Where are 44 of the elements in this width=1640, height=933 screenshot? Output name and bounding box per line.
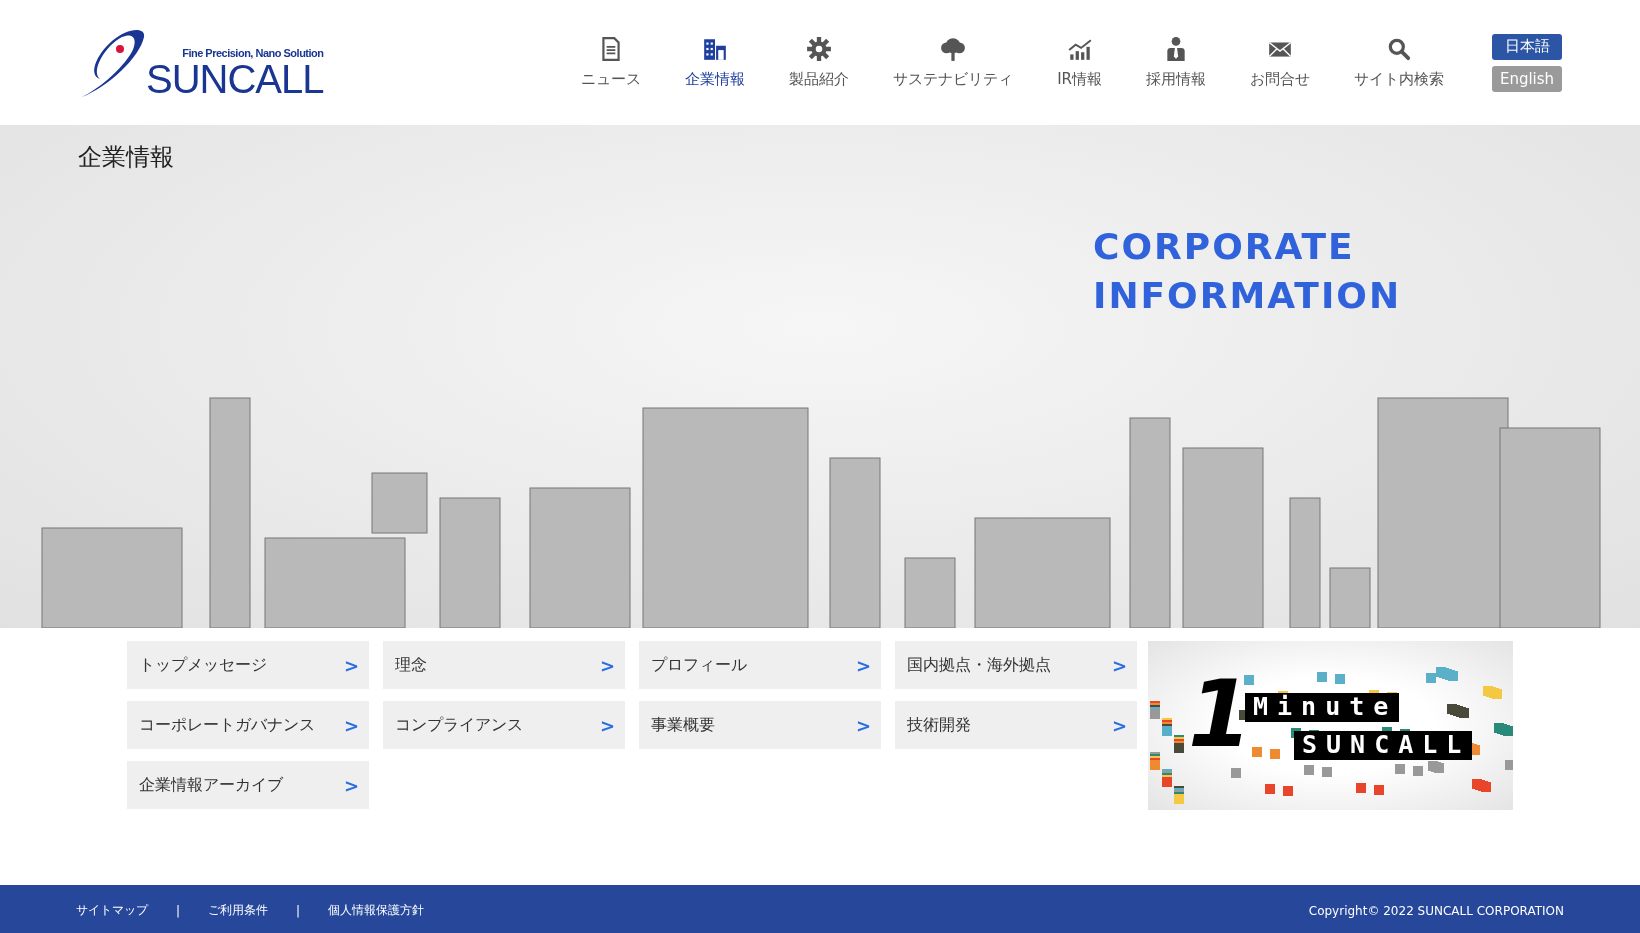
nav-item[interactable]: 採用情報 (1124, 36, 1228, 89)
copyright: Copyright© 2022 SUNCALL CORPORATION (1308, 903, 1564, 918)
arrow-glyph: > (855, 714, 871, 736)
arrow-glyph: > (1111, 714, 1127, 736)
separator: | (296, 903, 301, 918)
menu-link[interactable]: コンプライアンス > (383, 701, 625, 749)
arrow-glyph: > (343, 714, 359, 736)
nav-item[interactable]: お問合せ (1228, 36, 1332, 89)
menu-link[interactable]: 技術開発 > (895, 701, 1137, 749)
menu-link[interactable]: 国内拠点・海外拠点 > (895, 641, 1137, 689)
menu-link[interactable]: 理念 > (383, 641, 625, 689)
arrow-glyph: > (855, 654, 871, 676)
arrow-glyph: > (343, 774, 359, 796)
arrow-glyph: > (1111, 654, 1127, 676)
banner-text: SUNCALL (1294, 731, 1473, 760)
footer-link[interactable]: 個人情報保護方針 (328, 902, 425, 919)
banner-text: Minute (1245, 693, 1400, 722)
separator: | (176, 903, 181, 918)
arrow-glyph: > (343, 654, 359, 676)
arrow-glyph: > (599, 714, 615, 736)
nav-icon (806, 36, 833, 62)
nav-icon (1386, 36, 1412, 62)
nav-item[interactable]: サイト内検索 (1332, 36, 1466, 89)
hero-heading: INFORMATION (1093, 274, 1401, 318)
nav-item[interactable]: サステナビリティ (871, 36, 1036, 89)
logo-tagline: Fine Precision, Nano Solution (182, 46, 324, 59)
footer-link[interactable]: ご利用条件 (208, 902, 269, 919)
nav-item[interactable]: ニュース (559, 36, 664, 89)
nav-icon (702, 36, 729, 62)
menu-link[interactable]: トップメッセージ > (127, 641, 369, 689)
nav-item[interactable]: IR情報 (1035, 36, 1124, 89)
menu-link[interactable]: プロフィール > (639, 641, 881, 689)
menu-link[interactable]: 事業概要 > (639, 701, 881, 749)
hero-heading: CORPORATE (1093, 225, 1356, 269)
language-button[interactable]: 日本語 (1492, 33, 1562, 60)
menu-link[interactable]: コーポレートガバナンス > (127, 701, 369, 749)
arrow-glyph: > (599, 654, 615, 676)
nav-item[interactable]: 製品紹介 (767, 36, 872, 89)
footer-link[interactable]: サイトマップ (76, 902, 148, 919)
logo-wordmark: SUNCALL (146, 58, 324, 99)
menu-link[interactable]: 企業情報アーカイブ > (127, 761, 369, 809)
nav-icon (940, 36, 967, 62)
nav-item[interactable]: 企業情報 (663, 36, 768, 89)
page-title: 企業情報 (77, 142, 174, 173)
